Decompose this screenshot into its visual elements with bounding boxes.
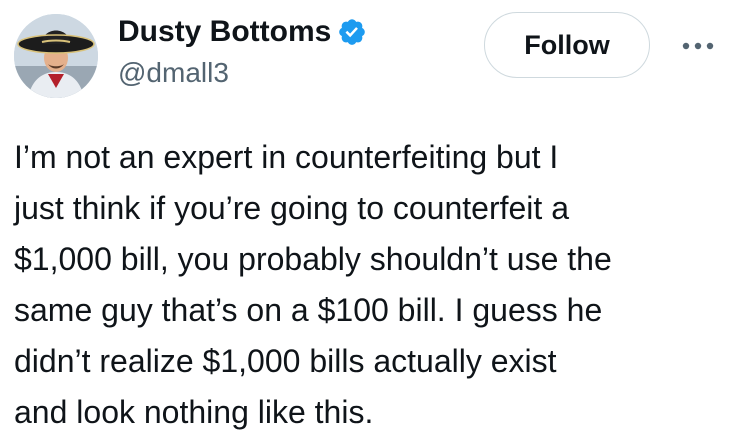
tweet-text-line: same guy that’s on a $100 bill. I guess … <box>14 292 603 328</box>
profile-photo-icon <box>14 14 98 98</box>
tweet-text-line: just think if you’re going to counterfei… <box>14 190 569 226</box>
follow-button[interactable]: Follow <box>484 12 650 78</box>
tweet-text-line: didn’t realize $1,000 bills actually exi… <box>14 343 557 379</box>
tweet-card: Dusty Bottoms @dmall3 Follow I’m not an … <box>0 0 736 444</box>
author-name-row: Dusty Bottoms <box>118 14 367 50</box>
avatar[interactable] <box>14 14 98 98</box>
verified-badge-icon[interactable] <box>337 17 367 47</box>
tweet-text-line: $1,000 bill, you probably shouldn’t use … <box>14 241 612 277</box>
author-display-name[interactable]: Dusty Bottoms <box>118 14 331 50</box>
tweet-text-line: I’m not an expert in counterfeiting but … <box>14 139 559 175</box>
tweet-text: I’m not an expert in counterfeiting but … <box>14 132 726 438</box>
tweet-text-line: and look nothing like this. <box>14 394 374 430</box>
author-handle[interactable]: @dmall3 <box>118 56 229 90</box>
more-options-button[interactable] <box>672 26 724 66</box>
more-horizontal-icon <box>682 42 714 50</box>
